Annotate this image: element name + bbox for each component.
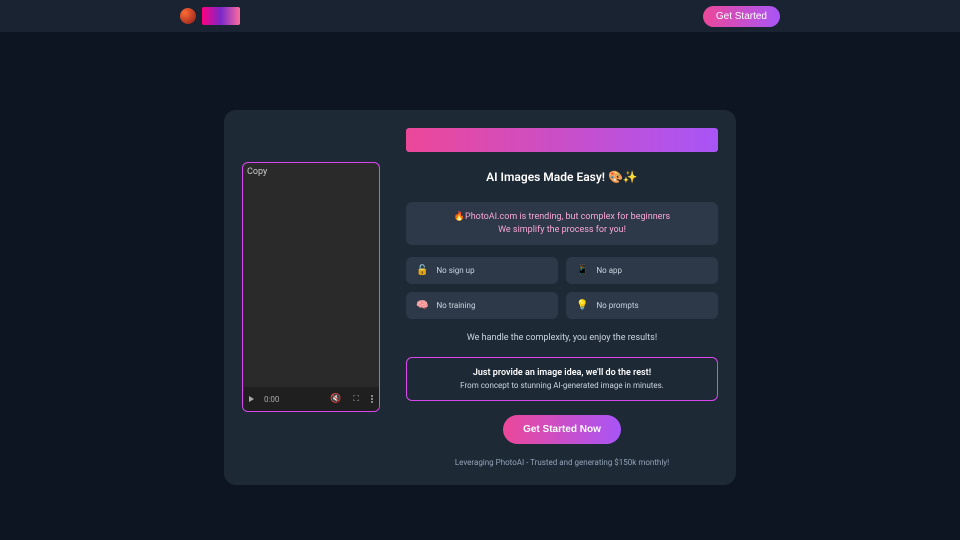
- get-started-now-button[interactable]: Get Started Now: [503, 415, 621, 444]
- video-time: 0:00: [264, 395, 279, 404]
- logo-gradient-bar: [202, 7, 240, 25]
- feature-label: No app: [596, 266, 622, 275]
- copy-button[interactable]: Copy: [247, 167, 267, 177]
- unlock-icon: 🔓: [416, 265, 428, 276]
- header-gradient-bar: [406, 128, 718, 152]
- info-text-2: We simplify the process for you!: [418, 225, 706, 235]
- logo-area: [180, 7, 240, 25]
- play-icon[interactable]: [249, 396, 254, 402]
- feature-label: No prompts: [596, 301, 638, 310]
- brain-icon: 🧠: [416, 300, 428, 311]
- get-started-button[interactable]: Get Started: [703, 6, 780, 27]
- content-area: AI Images Made Easy! 🎨✨ 🔥PhotoAI.com is …: [406, 128, 718, 467]
- header: Get Started: [0, 0, 960, 32]
- tagline: We handle the complexity, you enjoy the …: [406, 333, 718, 343]
- footer-text: Leveraging PhotoAI - Trusted and generat…: [406, 458, 718, 467]
- fullscreen-icon[interactable]: ⛶: [353, 394, 359, 404]
- main-heading: AI Images Made Easy! 🎨✨: [406, 170, 718, 184]
- video-preview[interactable]: Copy 0:00 🔇 ⛶: [242, 162, 380, 412]
- phone-icon: 📱: [576, 265, 588, 276]
- video-controls: 0:00 🔇 ⛶: [243, 387, 379, 411]
- main-container: Copy 0:00 🔇 ⛶ AI Images Made Easy! 🎨✨ 🔥P…: [0, 32, 960, 485]
- feature-label: No sign up: [436, 266, 474, 275]
- feature-no-app: 📱 No app: [566, 257, 718, 284]
- cta-subtitle: From concept to stunning AI-generated im…: [417, 381, 707, 390]
- menu-icon[interactable]: [371, 395, 373, 403]
- info-box: 🔥PhotoAI.com is trending, but complex fo…: [406, 202, 718, 245]
- feature-label: No training: [436, 301, 475, 310]
- feature-no-prompts: 💡 No prompts: [566, 292, 718, 319]
- bulb-icon: 💡: [576, 300, 588, 311]
- cta-box: Just provide an image idea, we'll do the…: [406, 357, 718, 401]
- logo-icon: [180, 8, 196, 24]
- features-grid: 🔓 No sign up 📱 No app 🧠 No training 💡 No…: [406, 257, 718, 319]
- feature-no-signup: 🔓 No sign up: [406, 257, 558, 284]
- info-text-1: 🔥PhotoAI.com is trending, but complex fo…: [418, 212, 706, 222]
- mute-icon[interactable]: 🔇: [330, 394, 341, 404]
- cta-title: Just provide an image idea, we'll do the…: [417, 368, 707, 378]
- feature-no-training: 🧠 No training: [406, 292, 558, 319]
- hero-card: Copy 0:00 🔇 ⛶ AI Images Made Easy! 🎨✨ 🔥P…: [224, 110, 736, 485]
